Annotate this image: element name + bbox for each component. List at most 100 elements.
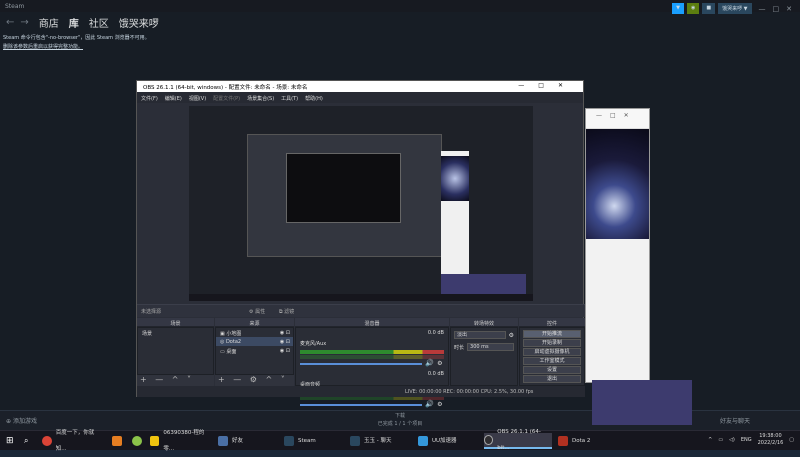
maximize-icon[interactable]: □ <box>538 82 558 89</box>
back-arrow-icon[interactable]: ← <box>6 17 14 28</box>
game-banner-image <box>586 129 649 239</box>
uu-icon <box>418 436 428 446</box>
nested-overlay <box>441 274 526 294</box>
settings-button[interactable]: 设置 <box>523 366 581 374</box>
source-item-minimap[interactable]: ▣ 小地图 ◉ ⊡ <box>216 328 293 337</box>
filters-button[interactable]: ⧉ 滤镜 <box>279 308 294 315</box>
obs-title-bar: OBS 26.1.1 (64-bit, windows) - 配置文件: 未命名… <box>137 81 583 92</box>
duration-label: 时长 <box>454 344 465 351</box>
source-item-dota2[interactable]: ◎ Dota2 ◉ ⊡ <box>216 337 293 346</box>
taskbar-label: 06390380-程的零... <box>163 430 205 452</box>
sources-header: 来源 <box>215 318 294 327</box>
gear-icon[interactable]: ⚙ <box>509 332 514 339</box>
menu-help[interactable]: 帮助(H) <box>305 95 323 102</box>
studio-mode-button[interactable]: 工作室模式 <box>523 357 581 365</box>
taskbar-chrome[interactable]: 百度一下，你就知... <box>42 430 104 452</box>
taskbar-label: 好友 <box>232 438 244 444</box>
add-game-button[interactable]: ⊕ 添加游戏 <box>6 416 37 425</box>
menu-file[interactable]: 文件(F) <box>141 95 158 102</box>
downloads-status[interactable]: 下载 已完成 1 / 1 个项目 <box>360 412 440 428</box>
speaker-icon[interactable]: 🔊 <box>425 359 434 367</box>
network-icon[interactable]: ▭ <box>718 437 723 443</box>
steam-icon <box>218 436 228 446</box>
search-icon[interactable]: ⌕ <box>24 433 28 449</box>
mixer-desktop-db: 0.0 dB <box>427 371 444 377</box>
nav-community[interactable]: 社区 <box>89 15 109 30</box>
start-streaming-button[interactable]: 开始推流 <box>523 330 581 338</box>
start-recording-button[interactable]: 开始录制 <box>523 339 581 347</box>
exit-button[interactable]: 退出 <box>523 375 581 383</box>
source-label: Dota2 <box>225 339 242 345</box>
close-icon[interactable]: ✕ <box>786 5 792 13</box>
taskbar-app[interactable] <box>132 433 146 449</box>
menu-profile[interactable]: 配置文件(P) <box>213 95 240 102</box>
maximize-icon[interactable]: □ <box>773 5 780 13</box>
taskbar-steam[interactable]: Steam <box>284 433 344 449</box>
scene-item[interactable]: 场景 <box>138 328 213 337</box>
taskbar-label: 百度一下，你就知... <box>55 430 95 452</box>
mic-level-meter-r <box>300 355 444 359</box>
taskbar-doc[interactable]: 06390380-程的零... <box>150 430 212 452</box>
minimize-icon[interactable]: — <box>759 5 766 13</box>
eye-lock-icon[interactable]: ◉ ⊡ <box>280 348 290 354</box>
clock[interactable]: 19:38:00 2022/2/16 <box>758 433 784 447</box>
taskbar-chat[interactable]: 玉玉 - 聊天 <box>350 433 412 449</box>
restart-link[interactable]: 删除该参数后重启以获得完整功能。 <box>3 43 83 50</box>
eye-lock-icon[interactable]: ◉ ⊡ <box>280 330 290 336</box>
minimize-icon[interactable]: — <box>518 82 538 89</box>
menu-edit[interactable]: 编辑(E) <box>165 95 182 102</box>
notification-icon[interactable]: ▢ <box>789 437 794 443</box>
duration-input[interactable]: 300 ms <box>467 343 514 351</box>
properties-button[interactable]: ⚙ 属性 <box>249 308 265 315</box>
transition-select[interactable]: 淡出 <box>454 331 506 339</box>
system-tray: ^ ▭ ◁) ENG 19:38:00 2022/2/16 ▢ <box>708 433 794 447</box>
volume-icon[interactable]: ◁) <box>729 437 735 443</box>
desktop-volume-slider[interactable] <box>300 404 423 406</box>
add-game-label: 添加游戏 <box>12 418 37 425</box>
sources-tools[interactable]: + — ⚙ ^ ˅ <box>215 375 294 386</box>
taskbar-app[interactable] <box>112 433 126 449</box>
taskbar-obs[interactable]: OBS 26.1.1 (64-bit... <box>484 429 552 451</box>
filters-label: 滤镜 <box>284 309 295 315</box>
obs-menu-bar: 文件(F) 编辑(E) 视图(V) 配置文件(P) 场景集合(S) 工具(T) … <box>137 92 583 103</box>
browser-window-controls[interactable]: —□✕ <box>586 109 649 129</box>
controls-header: 控件 <box>519 318 585 327</box>
mic-level-meter <box>300 350 444 354</box>
language-indicator[interactable]: ENG <box>741 437 752 443</box>
friends-chat-button[interactable]: 好友与聊天 <box>720 416 750 425</box>
tray-chevron-icon[interactable]: ^ <box>708 437 712 443</box>
mic-volume-slider[interactable] <box>300 363 423 365</box>
menu-scene-collection[interactable]: 场景集合(S) <box>247 95 274 102</box>
speaker-icon[interactable]: 🔊 <box>425 400 434 408</box>
steam-menu-label[interactable]: Steam <box>5 3 24 10</box>
steam-icon <box>350 436 360 446</box>
eye-lock-icon[interactable]: ◉ ⊡ <box>280 339 290 345</box>
virtual-camera-button[interactable]: 启动虚拟摄像机 <box>523 348 581 356</box>
obs-title: OBS 26.1.1 (64-bit, windows) - 配置文件: 未命名… <box>143 85 308 91</box>
taskbar-uu[interactable]: UU加速器 <box>418 433 480 449</box>
nav-store[interactable]: 商店 <box>39 15 59 30</box>
obs-icon <box>484 435 494 445</box>
gear-icon[interactable]: ⚙ <box>437 360 442 367</box>
chrome-icon <box>42 436 52 446</box>
app-icon <box>132 436 142 446</box>
menu-view[interactable]: 视图(V) <box>189 95 206 102</box>
nested-preview <box>189 106 533 301</box>
start-button[interactable]: ⊞ <box>6 433 14 449</box>
gear-icon[interactable]: ⚙ <box>437 401 442 408</box>
taskbar-dota[interactable]: Dota 2 <box>558 433 610 449</box>
source-item-desktop[interactable]: ▭ 桌面 ◉ ⊡ <box>216 346 293 355</box>
close-icon[interactable]: ✕ <box>558 82 577 89</box>
nav-profile[interactable]: 饿哭来啰 <box>119 15 159 30</box>
obs-preview[interactable] <box>189 106 533 301</box>
dota-icon <box>558 436 568 446</box>
scenes-tools[interactable]: + — ^ ˅ <box>137 375 214 386</box>
scenes-header: 场景 <box>137 318 214 327</box>
nav-library[interactable]: 库 <box>69 15 79 30</box>
clock-date: 2022/2/16 <box>757 440 784 446</box>
nested-preview-inner <box>286 153 401 223</box>
forward-arrow-icon[interactable]: → <box>20 17 28 28</box>
menu-tools[interactable]: 工具(T) <box>281 95 298 102</box>
taskbar-friends[interactable]: 好友 <box>218 433 278 449</box>
transitions-header: 转场特效 <box>450 318 518 327</box>
